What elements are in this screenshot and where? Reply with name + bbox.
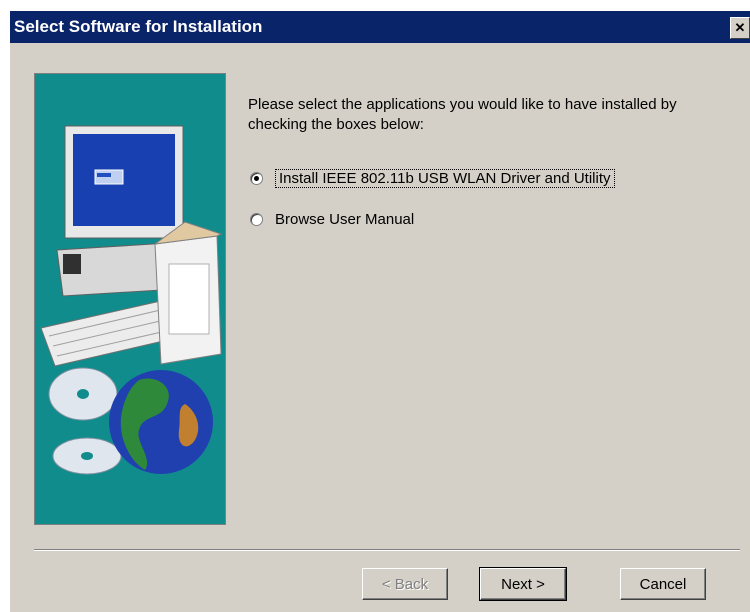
option-browse-manual[interactable]: Browse User Manual	[250, 211, 414, 228]
radio-browse-manual[interactable]	[250, 213, 263, 226]
option-install-driver-label: Install IEEE 802.11b USB WLAN Driver and…	[275, 169, 615, 188]
cancel-button[interactable]: Cancel	[620, 568, 706, 600]
computer-globe-illustration	[40, 125, 223, 475]
close-icon: ✕	[734, 20, 746, 35]
title-bar[interactable]: Select Software for Installation ✕	[10, 11, 750, 43]
close-button[interactable]: ✕	[730, 17, 750, 39]
option-browse-manual-label: Browse User Manual	[275, 211, 415, 228]
next-button[interactable]: Next >	[479, 567, 567, 601]
installer-dialog: Select Software for Installation ✕ Pleas…	[10, 11, 750, 612]
window-title: Select Software for Installation	[14, 17, 263, 36]
side-illustration-panel	[34, 73, 226, 525]
instructions-text: Please select the applications you would…	[248, 96, 677, 133]
option-install-driver[interactable]: Install IEEE 802.11b USB WLAN Driver and…	[250, 169, 615, 188]
next-button-label: Next >	[501, 575, 545, 593]
back-button[interactable]: < Back	[362, 568, 448, 600]
cancel-button-label: Cancel	[639, 575, 687, 593]
back-button-label: < Back	[381, 575, 429, 593]
radio-install-driver[interactable]	[250, 172, 263, 185]
button-divider	[34, 549, 740, 551]
